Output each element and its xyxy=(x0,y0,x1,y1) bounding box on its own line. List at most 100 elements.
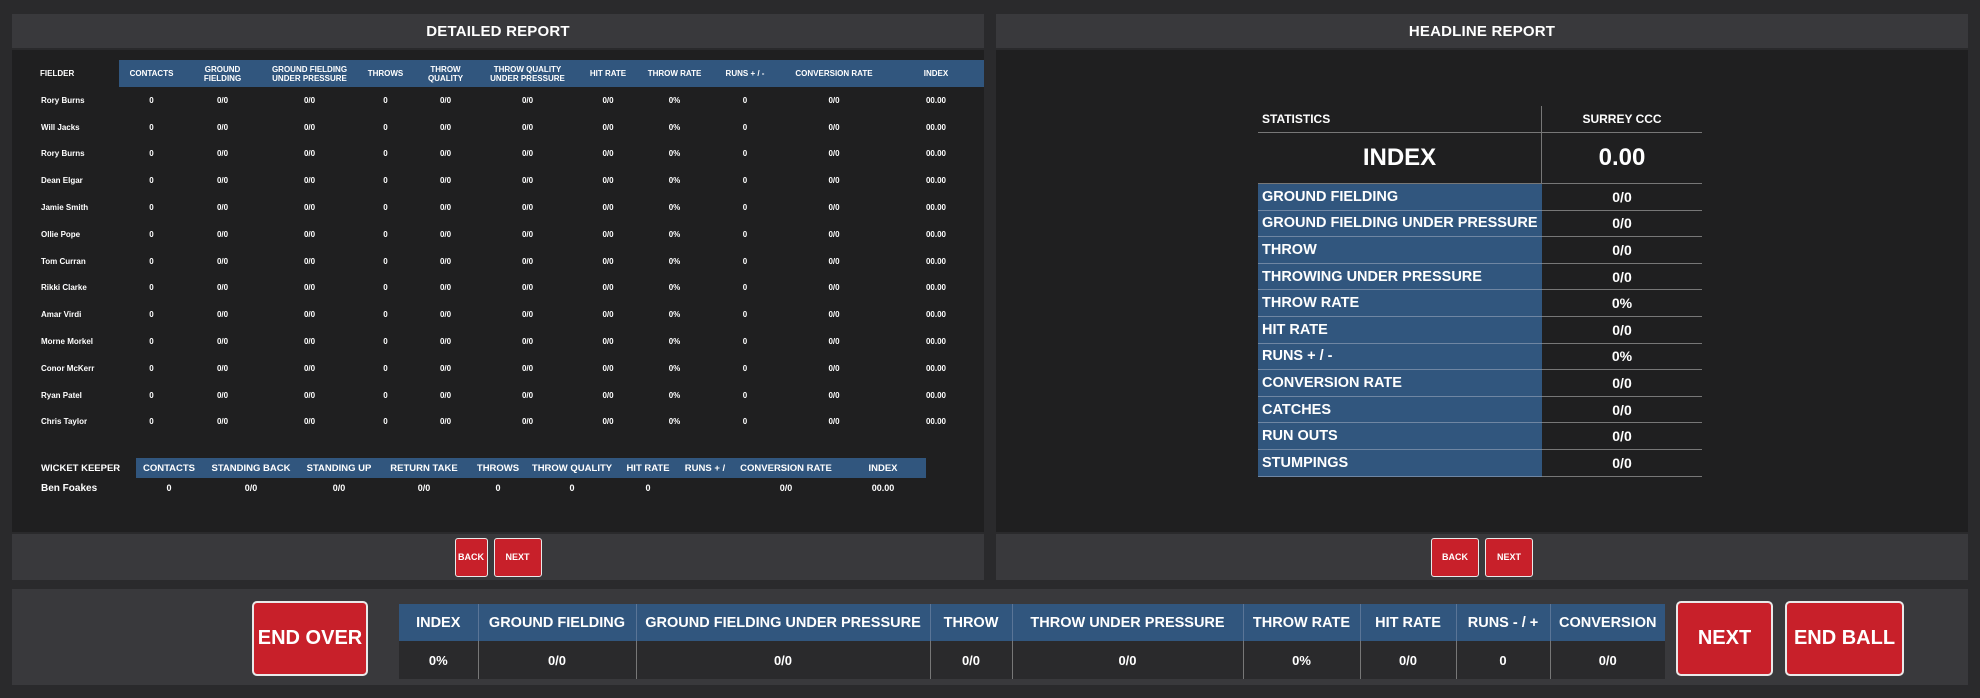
detailed-report-panel: FIELDER CONTACTS GROUND FIELDING GROUND FIE… xyxy=(12,50,984,532)
fielder-name: Will Jacks xyxy=(41,122,80,132)
stat-cell: 0 xyxy=(742,390,748,400)
headline-report-footer: BACK NEXT xyxy=(996,534,1968,580)
headline-next-button[interactable]: NEXT xyxy=(1485,537,1533,577)
column-header: THROW QUALITY xyxy=(413,60,478,87)
stat-cell: 0 xyxy=(383,229,388,239)
column-header: HIT RATE xyxy=(577,60,639,87)
stat-cell: 0/0 xyxy=(439,417,452,427)
stat-cell: 0 xyxy=(149,149,154,159)
stat-cell: 0/0 xyxy=(602,310,614,320)
stat-cell: 0/0 xyxy=(521,417,534,427)
stat-cell: 0% xyxy=(668,256,681,266)
summary-header: INDEX xyxy=(399,604,479,641)
fielder-name: Tom Curran xyxy=(41,256,86,266)
headline-report-panel: STATISTICS SURREY CCC INDEX 0.00 GROUND … xyxy=(996,50,1968,532)
stat-cell: 0/0 xyxy=(602,149,614,159)
fielder-row: Amar Virdi 0 0/0 0/0 0 0/0 0/0 0/0 0% 0 0/0 00.00 xyxy=(24,301,984,328)
stat-cell: 0/0 xyxy=(602,283,614,293)
stat-cell: 0/0 xyxy=(828,95,840,105)
stat-cell: 00.00 xyxy=(925,203,947,213)
detailed-report-title: DETAILED REPORT xyxy=(12,14,984,48)
detailed-next-button[interactable]: NEXT xyxy=(493,537,542,577)
stat-cell: 0/0 xyxy=(303,337,316,347)
stat-cell: 0/0 xyxy=(521,95,534,105)
stat-cell: 00.00 xyxy=(925,95,947,105)
detailed-back-button[interactable]: BACK xyxy=(454,537,488,577)
stat-cell: 00.00 xyxy=(925,363,947,373)
team-header: SURREY CCC xyxy=(1542,106,1702,133)
headline-stat-label: CATCHES xyxy=(1258,396,1542,424)
stat-cell: 0/0 xyxy=(216,203,229,213)
stat-cell: 0/0 xyxy=(216,310,229,320)
stat-cell: 0 xyxy=(742,149,748,159)
stat-cell: 0/0 xyxy=(216,229,229,239)
keeper-column-header: THROW QUALITY xyxy=(526,458,618,478)
statistics-header: STATISTICS xyxy=(1258,106,1542,133)
fielder-name: Conor McKerr xyxy=(41,363,95,373)
headline-stat-value: 0/0 xyxy=(1542,184,1702,211)
stat-cell: 0% xyxy=(668,149,681,159)
headline-stat-value: 0/0 xyxy=(1542,397,1702,424)
stat-cell: 0/0 xyxy=(303,283,316,293)
fielder-row: Dean Elgar 0 0/0 0/0 0 0/0 0/0 0/0 0% 0 0/0 00.00 xyxy=(24,167,984,194)
keeper-stat-cell: 0 xyxy=(166,483,172,493)
headline-stat-value: 0/0 xyxy=(1542,237,1702,264)
headline-stat-value: 0% xyxy=(1542,290,1702,317)
keeper-column-header: CONTACTS xyxy=(136,458,202,478)
fielder-name: Rikki Clarke xyxy=(41,283,87,293)
stat-cell: 0/0 xyxy=(439,229,452,239)
stat-cell: 0/0 xyxy=(216,149,229,159)
stat-cell: 0/0 xyxy=(602,256,614,266)
headline-stat-label: RUNS + / - xyxy=(1258,343,1542,371)
stat-cell: 0 xyxy=(149,203,154,213)
headline-stat-row: GROUND FIELDING 0/0 xyxy=(1258,184,1702,211)
stat-cell: 0/0 xyxy=(216,417,229,427)
headline-stat-label: CONVERSION RATE xyxy=(1258,370,1542,397)
stat-cell: 0 xyxy=(149,256,154,266)
stat-cell: 0/0 xyxy=(602,390,614,400)
headline-stat-label: THROW RATE xyxy=(1258,290,1542,317)
stat-cell: 0 xyxy=(383,417,388,427)
stat-cell: 0/0 xyxy=(602,229,614,239)
stat-cell: 0/0 xyxy=(439,122,452,132)
stat-cell: 0/0 xyxy=(602,363,614,373)
stat-cell: 0 xyxy=(149,310,154,320)
stat-cell: 00.00 xyxy=(925,283,947,293)
stat-cell: 0 xyxy=(383,363,388,373)
stat-cell: 0/0 xyxy=(303,310,316,320)
index-label: INDEX xyxy=(1258,133,1542,184)
headline-back-button[interactable]: BACK xyxy=(1431,537,1479,577)
stat-cell: 0/0 xyxy=(521,149,534,159)
end-ball-button[interactable]: END BALL xyxy=(1785,601,1904,676)
stat-cell: 0% xyxy=(668,176,681,186)
fielder-name: Jamie Smith xyxy=(41,203,89,213)
summary-value: 0% xyxy=(399,641,479,679)
keeper-name: Ben Foakes xyxy=(41,482,98,494)
headline-stats-table: STATISTICS SURREY CCC INDEX 0.00 GROUND … xyxy=(1258,106,1702,477)
summary-header: GROUND FIELDING xyxy=(478,604,637,641)
stat-cell: 0/0 xyxy=(602,95,614,105)
stat-cell: 0/0 xyxy=(216,176,229,186)
stat-cell: 0/0 xyxy=(439,149,452,159)
stat-cell: 0/0 xyxy=(303,229,316,239)
headline-stat-value: 0/0 xyxy=(1542,264,1702,291)
stat-cell: 0% xyxy=(668,337,681,347)
detailed-report-footer: BACK NEXT xyxy=(12,534,984,580)
stat-cell: 0/0 xyxy=(216,363,229,373)
stat-cell: 00.00 xyxy=(925,256,947,266)
stat-cell: 00.00 xyxy=(925,417,947,427)
stat-cell: 0/0 xyxy=(521,256,534,266)
headline-stat-value: 0/0 xyxy=(1542,211,1702,238)
stat-cell: 0/0 xyxy=(303,122,316,132)
next-ball-button[interactable]: NEXT xyxy=(1676,601,1773,676)
headline-stat-row: RUNS + / -0% xyxy=(1258,343,1702,371)
headline-stat-label: THROW xyxy=(1258,237,1542,264)
summary-value: 0 xyxy=(1456,641,1551,679)
summary-header: GROUND FIELDING UNDER PRESSURE xyxy=(636,604,931,641)
headline-stat-row: RUN OUTS 0/0 xyxy=(1258,423,1702,450)
stat-cell: 0 xyxy=(742,337,748,347)
end-over-button[interactable]: END OVER xyxy=(252,601,368,676)
stat-cell: 0 xyxy=(742,256,748,266)
stat-cell: 0/0 xyxy=(303,390,316,400)
summary-value: 0/0 xyxy=(1550,641,1665,679)
